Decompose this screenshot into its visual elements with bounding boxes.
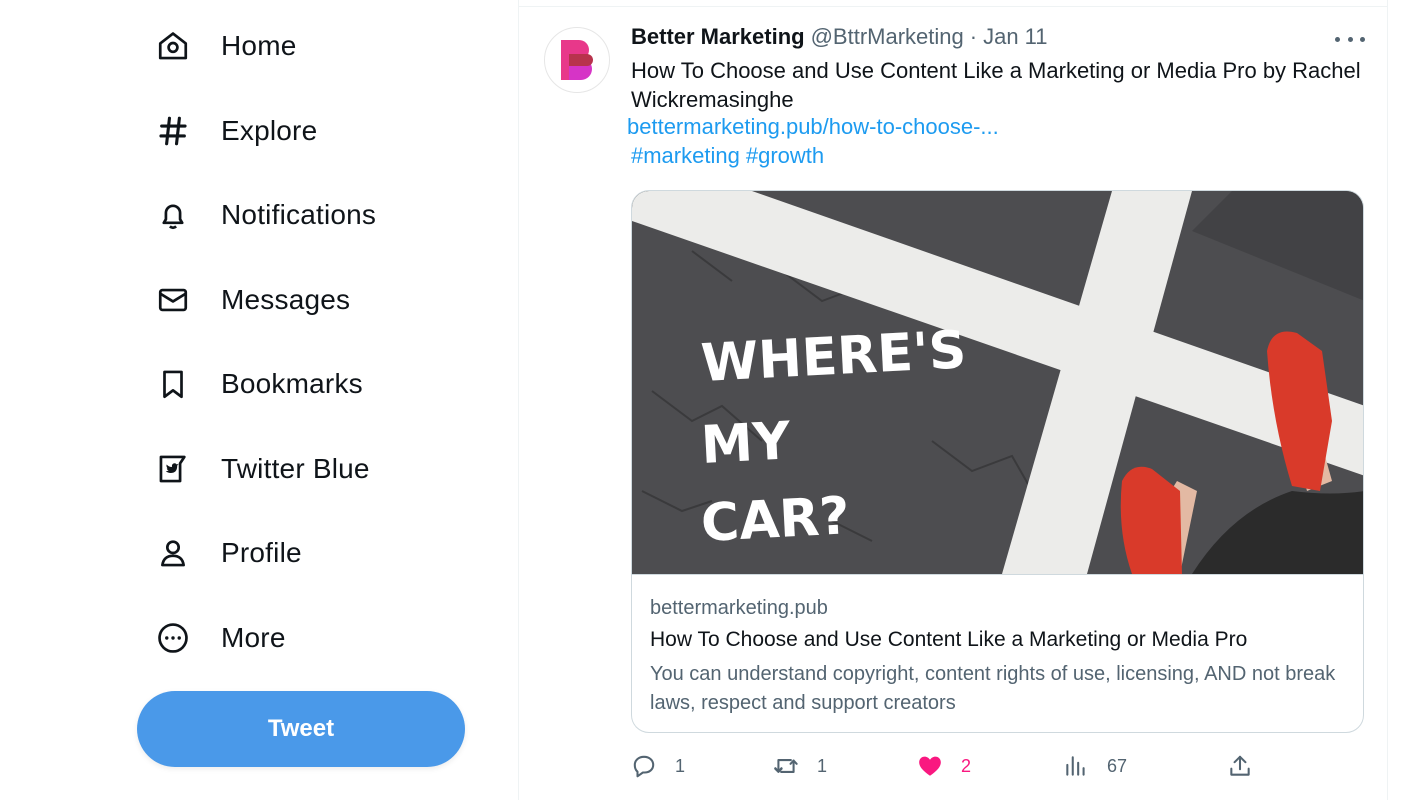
analytics-icon bbox=[1066, 756, 1085, 776]
better-marketing-logo-icon bbox=[561, 40, 593, 80]
separator: · bbox=[969, 24, 978, 49]
card-image: WHERE'S MY CAR? bbox=[632, 191, 1363, 574]
person-icon bbox=[150, 530, 196, 576]
author-handle[interactable]: @BttrMarketing bbox=[811, 24, 964, 50]
dot-icon bbox=[1347, 36, 1353, 42]
hashtag-icon bbox=[150, 108, 196, 154]
retweet-button[interactable]: 1 bbox=[773, 748, 827, 784]
reply-button[interactable]: 1 bbox=[631, 748, 685, 784]
sidebar-item-profile[interactable]: Profile bbox=[150, 523, 302, 583]
sidebar-item-label: More bbox=[221, 622, 286, 653]
card-image-text: MY bbox=[700, 411, 794, 476]
avatar[interactable] bbox=[544, 27, 610, 93]
view-count: 67 bbox=[1107, 755, 1128, 776]
like-count: 2 bbox=[961, 755, 972, 776]
hashtags: #marketing #growth bbox=[631, 143, 830, 169]
author-name[interactable]: Better Marketing bbox=[631, 24, 805, 50]
sidebar-item-label: Home bbox=[221, 30, 297, 61]
sidebar-nav: Home Explore Notifications Messages Book… bbox=[0, 0, 518, 800]
like-button[interactable]: 2 bbox=[917, 748, 971, 784]
tweet-text: How To Choose and Use Content Like a Mar… bbox=[631, 58, 1361, 112]
card-photo: WHERE'S MY CAR? bbox=[632, 191, 1363, 574]
timeline: Better Marketing @BttrMarketing · Jan 11… bbox=[518, 0, 1388, 800]
sidebar-item-label: Messages bbox=[221, 284, 351, 315]
card-image-text: CAR? bbox=[700, 486, 852, 554]
sidebar-item-bookmarks[interactable]: Bookmarks bbox=[150, 354, 363, 414]
tweet-actions: 1 1 2 67 bbox=[631, 748, 1364, 784]
hashtag-link[interactable]: #marketing bbox=[631, 143, 740, 168]
card-domain: bettermarketing.pub bbox=[650, 597, 828, 619]
sidebar-item-more[interactable]: More bbox=[150, 608, 286, 668]
home-icon bbox=[150, 23, 196, 69]
sidebar-item-label: Notifications bbox=[221, 199, 377, 230]
more-circle-icon bbox=[150, 615, 196, 661]
tweet-more-button[interactable] bbox=[1335, 26, 1365, 52]
share-icon bbox=[1230, 755, 1250, 776]
dot-icon bbox=[1335, 36, 1340, 42]
sidebar-item-label: Profile bbox=[221, 537, 302, 568]
sidebar-item-home[interactable]: Home bbox=[150, 16, 297, 76]
retweet-count: 1 bbox=[817, 755, 828, 776]
hashtag-link[interactable]: #growth bbox=[746, 143, 824, 168]
bell-icon bbox=[150, 192, 196, 238]
sidebar-item-label: Bookmarks bbox=[221, 368, 363, 399]
sidebar-item-twitter-blue[interactable]: Twitter Blue bbox=[150, 439, 370, 499]
bookmark-icon bbox=[150, 361, 196, 407]
card-description: You can understand copyright, content ri… bbox=[650, 663, 1336, 714]
heart-icon bbox=[919, 756, 941, 776]
share-button[interactable] bbox=[1227, 748, 1253, 784]
twitter-blue-icon bbox=[150, 446, 196, 492]
tweet-link[interactable]: bettermarketing.pub/how-to-choose-... bbox=[627, 114, 999, 140]
divider bbox=[519, 6, 1387, 7]
envelope-icon bbox=[150, 277, 196, 323]
tweet-button[interactable]: Tweet bbox=[137, 691, 465, 767]
reply-icon bbox=[633, 755, 655, 778]
tweet-header: Better Marketing @BttrMarketing · Jan 11 bbox=[631, 24, 1048, 50]
views-button[interactable]: 67 bbox=[1063, 748, 1127, 784]
sidebar-item-label: Twitter Blue bbox=[221, 453, 370, 484]
sidebar-item-label: Explore bbox=[221, 115, 318, 146]
card-title: How To Choose and Use Content Like a Mar… bbox=[650, 628, 1248, 651]
reply-count: 1 bbox=[675, 755, 686, 776]
sidebar-item-messages[interactable]: Messages bbox=[150, 270, 350, 330]
tweet-date[interactable]: Jan 11 bbox=[983, 24, 1047, 50]
retweet-icon bbox=[774, 759, 798, 773]
sidebar-item-explore[interactable]: Explore bbox=[150, 101, 317, 161]
card-body: bettermarketing.pub How To Choose and Us… bbox=[632, 574, 1363, 732]
dot-icon bbox=[1360, 36, 1365, 42]
sidebar-item-notifications[interactable]: Notifications bbox=[150, 185, 376, 245]
link-card[interactable]: WHERE'S MY CAR? bettermarketing.pub How … bbox=[631, 190, 1364, 733]
